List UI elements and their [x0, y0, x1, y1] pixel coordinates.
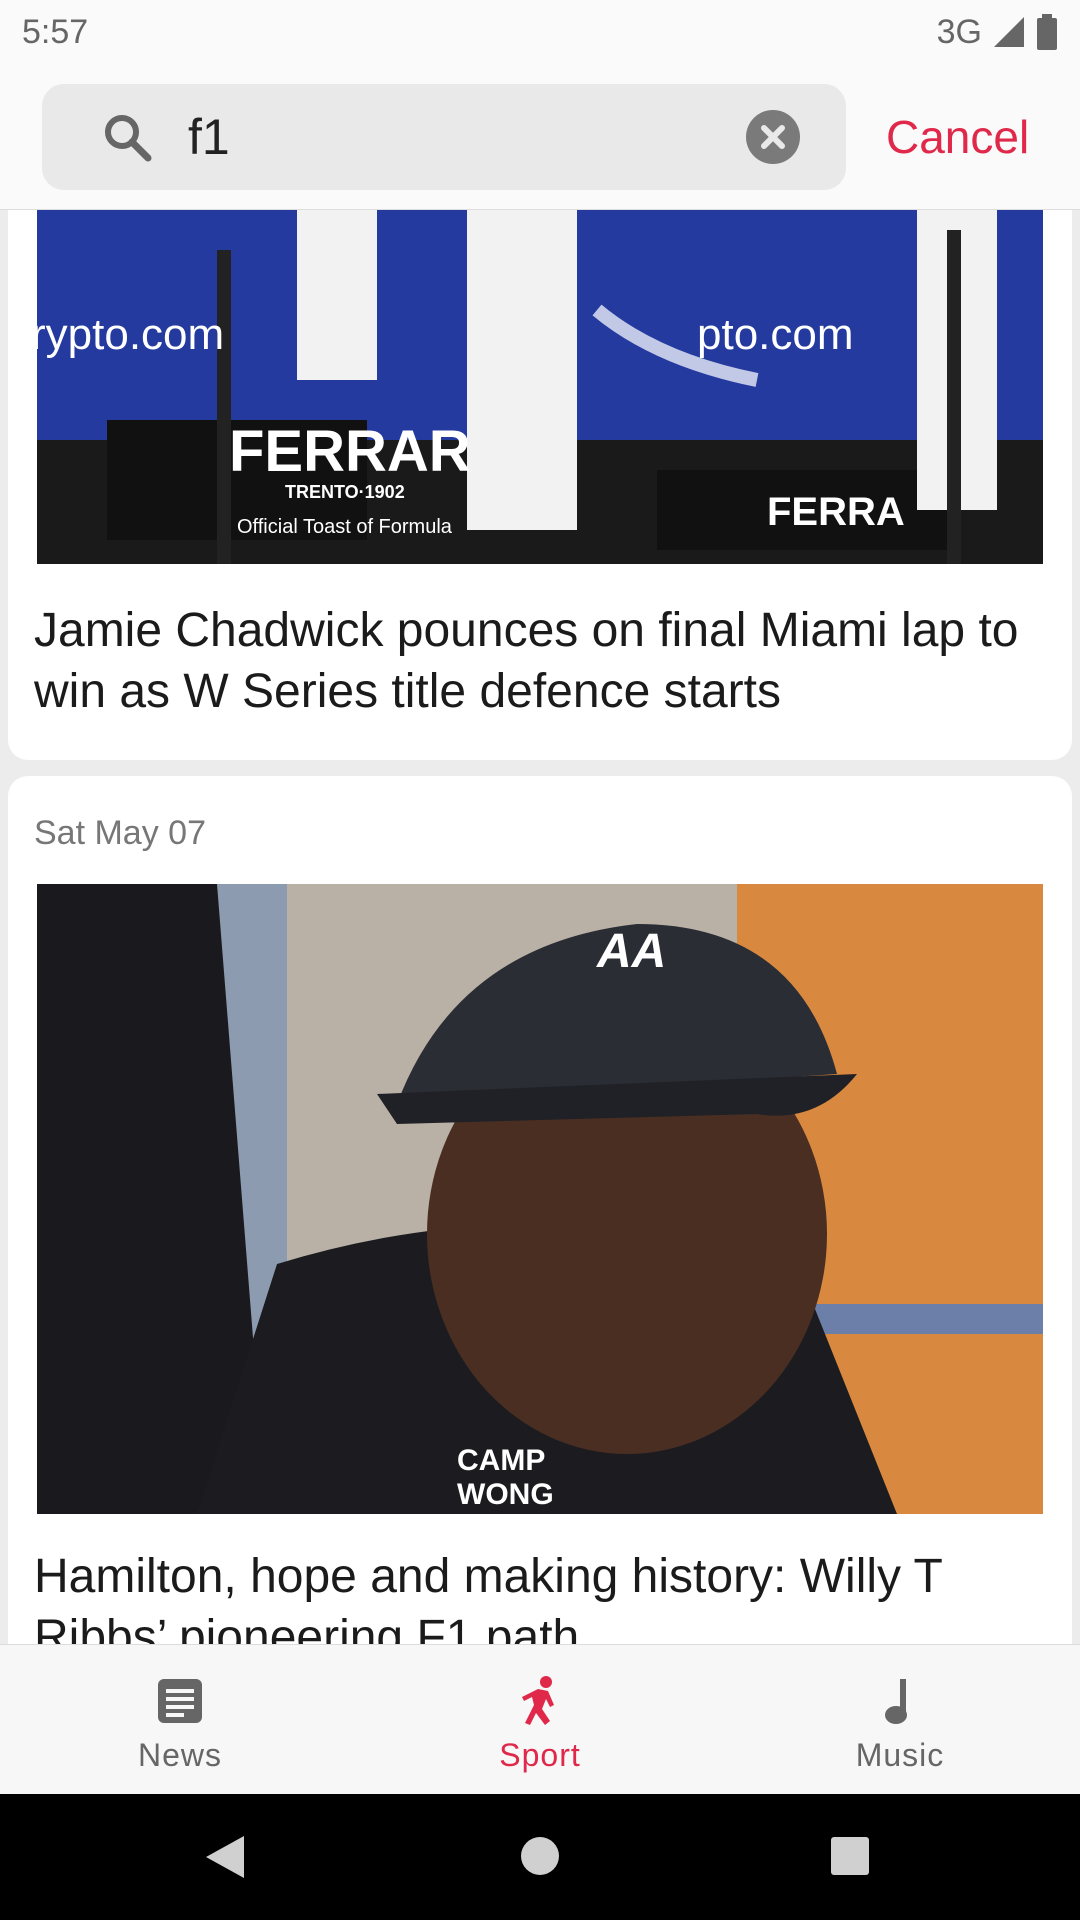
sport-icon — [522, 1676, 554, 1725]
article-title[interactable]: Hamilton, hope and making history: Willy… — [34, 1546, 1046, 1644]
search-header: f1 Cancel — [0, 64, 1080, 210]
nav-music[interactable]: Music — [800, 1645, 1000, 1795]
nav-news[interactable]: News — [80, 1645, 280, 1795]
close-icon — [761, 125, 785, 149]
nav-label: Music — [855, 1737, 945, 1773]
search-icon — [105, 115, 152, 162]
bottom-navigation: News Sport Music — [0, 1644, 1080, 1794]
article-title[interactable]: Jamie Chadwick pounces on final Miami la… — [34, 600, 1046, 722]
sponsor-text: FERRAR — [229, 419, 471, 484]
sponsor-text: FERRA — [767, 490, 905, 534]
music-icon — [885, 1679, 907, 1724]
cancel-button[interactable]: Cancel — [886, 104, 1029, 170]
article-date: Sat May 07 — [34, 814, 206, 852]
system-navigation-bar — [0, 1794, 1080, 1920]
news-icon — [158, 1679, 202, 1723]
sponsor-text: rypto.com — [37, 310, 225, 359]
home-icon[interactable] — [520, 1836, 560, 1876]
signal-icon — [994, 17, 1024, 47]
clear-search-button[interactable] — [746, 110, 800, 164]
cap-logo-text: AA — [597, 925, 667, 978]
search-input[interactable]: f1 — [188, 108, 230, 166]
nav-sport[interactable]: Sport — [440, 1645, 640, 1795]
article-image: AA CAMP WONG — [37, 884, 1043, 1514]
nav-label: News — [137, 1737, 222, 1773]
search-field[interactable]: f1 — [42, 84, 846, 190]
status-bar: 5:57 3G — [0, 0, 1080, 64]
driver-portrait — [37, 884, 1043, 1514]
status-time: 5:57 — [22, 12, 89, 51]
suit-text: WONG — [457, 1478, 554, 1511]
article-image: rypto.com pto.com FERRAR TRENTO·1902 Off… — [37, 210, 1043, 564]
battery-icon — [1037, 14, 1057, 50]
results-feed[interactable]: rypto.com pto.com FERRAR TRENTO·1902 Off… — [0, 210, 1080, 1644]
nav-label: Sport — [499, 1737, 581, 1773]
article-card[interactable]: rypto.com pto.com FERRAR TRENTO·1902 Off… — [8, 210, 1072, 760]
sponsor-text: TRENTO·1902 — [285, 482, 405, 502]
suit-text: CAMP — [457, 1444, 546, 1477]
sponsor-text: Official Toast of Formula — [237, 516, 452, 538]
back-icon[interactable] — [204, 1834, 246, 1880]
status-indicators: 3G — [937, 13, 1058, 52]
article-card[interactable]: Sat May 07 AA CAMP WONG Hamilton, hope a… — [8, 776, 1072, 1644]
recents-icon[interactable] — [830, 1836, 870, 1876]
network-type: 3G — [936, 12, 982, 51]
sponsor-text: pto.com — [697, 310, 854, 359]
